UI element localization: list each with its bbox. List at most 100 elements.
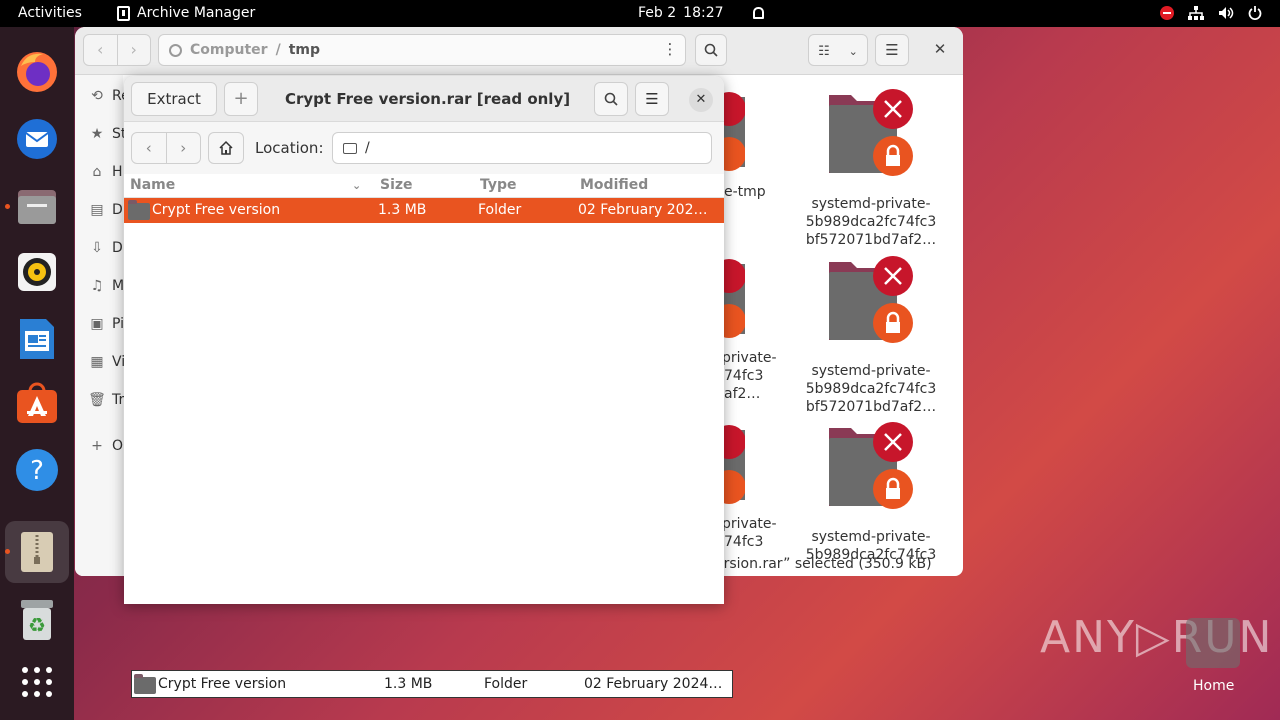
firefox-icon[interactable]	[14, 49, 60, 95]
home-folder-icon[interactable]	[1186, 618, 1240, 668]
archive-home-button[interactable]	[208, 132, 244, 164]
forward-button[interactable]: ›	[165, 133, 201, 163]
starred-icon[interactable]: ★	[87, 126, 107, 142]
pictures-icon[interactable]: ▣	[87, 316, 107, 332]
folder-icon	[134, 674, 156, 694]
help-icon[interactable]: ?	[14, 447, 60, 493]
partial-caption: af2…	[724, 386, 761, 402]
archive-search-button[interactable]	[594, 82, 628, 116]
trash-icon[interactable]: 🗑	[87, 392, 107, 408]
folder-item[interactable]: systemd-private- 5b989dca2fc74fc3	[796, 422, 946, 564]
partial-caption: 74fc3	[724, 368, 764, 384]
trash-icon[interactable]: ♻	[14, 597, 60, 643]
thunderbird-icon[interactable]	[14, 116, 60, 162]
files-sidebar: ⟲ ★ ⌂ ▤ ⇩ ♫ ▣ ▦ 🗑 + Re St H D D M Pi Vi …	[75, 75, 130, 576]
archive-nav-buttons: ‹ ›	[131, 132, 201, 164]
archive-close-button[interactable]: ✕	[689, 88, 713, 112]
drag-size: 1.3 MB	[384, 676, 433, 692]
do-not-disturb-icon	[1160, 6, 1174, 20]
rhythmbox-icon[interactable]	[14, 249, 60, 295]
archive-manager-icon[interactable]	[14, 529, 60, 575]
recent-icon[interactable]: ⟲	[87, 88, 107, 104]
folder-item[interactable]: systemd-private- 5b989dca2fc74fc3 bf5720…	[796, 89, 946, 249]
music-icon[interactable]: ♫	[87, 278, 107, 294]
sidebar-item-home[interactable]: H	[112, 164, 123, 180]
path-menu-button[interactable]: ⋮	[654, 34, 686, 66]
add-files-button[interactable]: +	[224, 82, 258, 116]
folder-caption-line: 5b989dca2fc74fc3	[805, 214, 937, 230]
back-button[interactable]: ‹	[132, 133, 166, 163]
folder-caption-line: systemd-private-	[811, 363, 931, 379]
extract-button[interactable]: Extract	[131, 82, 217, 116]
home-icon[interactable]: ⌂	[87, 164, 107, 180]
downloads-icon[interactable]: ⇩	[87, 240, 107, 256]
table-row[interactable]: Crypt Free version 1.3 MB Folder 02 Febr…	[124, 198, 724, 223]
folder-item[interactable]: systemd-private- 5b989dca2fc74fc3 bf5720…	[796, 256, 946, 416]
folder-icon	[128, 200, 150, 220]
path-separator: /	[275, 42, 281, 58]
view-toggle-button[interactable]: ☷ ⌄	[808, 34, 868, 66]
home-label[interactable]: Home	[1193, 678, 1234, 694]
locked-folder-icon	[829, 256, 913, 343]
volume-icon	[1219, 7, 1234, 19]
locked-folder-icon	[829, 422, 913, 509]
location-value: /	[365, 140, 370, 156]
sidebar-item-downloads[interactable]: D	[112, 240, 123, 256]
sidebar-item-other-locations[interactable]: O	[112, 438, 123, 454]
archive-menu-button[interactable]: ☰	[635, 82, 669, 116]
svg-text:?: ?	[30, 456, 44, 486]
column-size[interactable]: Size	[380, 177, 413, 193]
chevron-down-icon[interactable]: ⌄	[352, 179, 361, 192]
clock[interactable]: Feb 2 18:27	[638, 5, 764, 21]
forward-button[interactable]: ›	[116, 35, 151, 65]
files-headerbar: ‹ › Computer / tmp ⋮ ☷ ⌄ ☰ ✕	[75, 27, 963, 75]
activities-button[interactable]: Activities	[18, 5, 82, 21]
show-apps-icon[interactable]	[14, 659, 60, 705]
other-locations-icon[interactable]: +	[87, 438, 107, 454]
disk-icon	[169, 43, 182, 57]
column-modified[interactable]: Modified	[580, 177, 648, 193]
files-close-button[interactable]: ✕	[926, 34, 954, 66]
clock-time: 18:27	[683, 5, 724, 21]
column-name[interactable]: Name	[130, 177, 175, 193]
home-icon	[219, 140, 233, 155]
partial-caption: private-	[722, 516, 777, 532]
app-menu[interactable]: Archive Manager	[117, 5, 255, 21]
sidebar-item-music[interactable]: M	[112, 278, 124, 294]
files-search-button[interactable]	[695, 34, 727, 66]
files-menu-button[interactable]: ☰	[875, 34, 909, 66]
top-bar: Activities Archive Manager Feb 2 18:27	[0, 0, 1280, 27]
back-button[interactable]: ‹	[84, 35, 117, 65]
files-nav-buttons: ‹ ›	[83, 34, 151, 66]
power-icon	[1248, 6, 1262, 20]
system-tray[interactable]	[1160, 6, 1262, 20]
path-current[interactable]: tmp	[289, 42, 320, 58]
writer-icon[interactable]	[14, 316, 60, 362]
bell-icon	[752, 7, 764, 19]
row-name: Crypt Free version	[152, 202, 281, 218]
location-field[interactable]: /	[332, 132, 712, 164]
path-root[interactable]: Computer	[190, 42, 268, 58]
files-status: ersion.rar” selected (350.9 kB)	[715, 556, 932, 572]
folder-caption-line: 5b989dca2fc74fc3	[805, 381, 937, 397]
app-center-icon[interactable]	[14, 380, 60, 426]
sidebar-item-pictures[interactable]: Pi	[112, 316, 124, 332]
column-type[interactable]: Type	[480, 177, 517, 193]
column-header: Name ⌄ Size Type Modified	[124, 174, 724, 198]
archive-headerbar: Extract + Crypt Free version.rar [read o…	[124, 76, 724, 122]
sidebar-item-documents[interactable]: D	[112, 202, 123, 218]
drag-modified: 02 February 2024…	[584, 676, 723, 692]
files-icon[interactable]	[14, 183, 60, 229]
location-label: Location:	[255, 139, 324, 157]
documents-icon[interactable]: ▤	[87, 202, 107, 218]
folder-caption-line: systemd-private-	[811, 529, 931, 545]
partial-caption: 74fc3	[724, 534, 764, 550]
videos-icon[interactable]: ▦	[87, 354, 107, 370]
path-bar[interactable]: Computer / tmp	[158, 34, 686, 66]
list-view-icon: ☷	[818, 44, 830, 59]
archive-title: Crypt Free version.rar [read only]	[285, 90, 571, 108]
search-icon	[604, 92, 618, 106]
archive-manager-icon	[117, 5, 130, 21]
sidebar-item-trash[interactable]: Tr	[112, 392, 124, 408]
drag-name: Crypt Free version	[158, 676, 287, 692]
